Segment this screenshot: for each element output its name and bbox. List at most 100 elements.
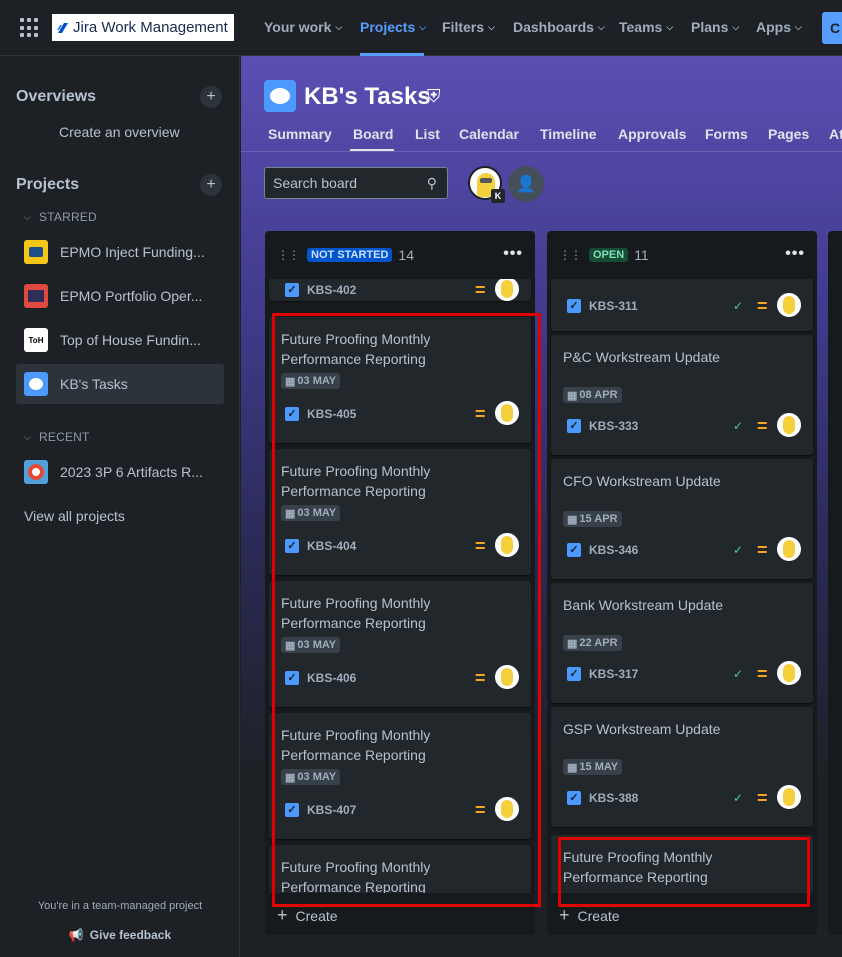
nav-filters[interactable]: Filters ⌵ (442, 19, 495, 35)
due-date: 22 APR (579, 637, 618, 649)
card-title: P&C Workstream Update (563, 349, 720, 365)
avatar-badge: K (491, 189, 505, 203)
nav-your-work[interactable]: Your work ⌵ (264, 19, 342, 35)
sidebar-item-label: Top of House Fundin... (60, 332, 201, 348)
tab-approvals[interactable]: Approvals (618, 126, 686, 142)
calendar-icon: ▦ (567, 513, 578, 526)
status-badge: NOT STARTED (307, 248, 393, 262)
nav-label: Dashboards (513, 19, 594, 35)
chevron-down-icon: ⌵ (795, 21, 802, 32)
nav-projects[interactable]: Projects ⌵ (360, 19, 426, 35)
chevron-down-icon: ⌵ (335, 21, 343, 32)
create-overview-link[interactable]: Create an overview (59, 124, 180, 140)
add-overview-button[interactable]: + (200, 86, 222, 108)
card[interactable]: P&C Workstream Update ▦ 08 APR ✓ KBS-333 … (551, 335, 813, 455)
done-check-icon: ✓ (733, 667, 744, 681)
product-logo[interactable]: Jira Work Management (52, 14, 234, 41)
due-date-badge: ▦ 08 APR (563, 387, 622, 403)
sidebar-item-epmo-portfolio[interactable]: EPMO Portfolio Oper... (16, 276, 224, 316)
nav-dashboards[interactable]: Dashboards ⌵ (513, 19, 605, 35)
product-name: Jira Work Management (73, 19, 228, 36)
page-title: KB's Tasks (304, 83, 431, 110)
card[interactable]: ✓ KBS-402 = (269, 279, 531, 301)
recent-section-toggle[interactable]: ⌵ RECENT (24, 430, 90, 444)
card-title: CFO Workstream Update (563, 473, 721, 489)
card[interactable]: GSP Workstream Update ▦ 15 MAY ✓ KBS-388 … (551, 707, 813, 827)
card-list: ✓ KBS-311 ✓ = P&C Workstream Update ▦ 08 … (547, 279, 817, 893)
done-check-icon: ✓ (733, 543, 744, 557)
avatar[interactable] (495, 279, 519, 301)
issue-key[interactable]: KBS-402 (307, 283, 356, 297)
app-switcher-icon[interactable] (20, 18, 40, 38)
issue-key[interactable]: KBS-333 (589, 419, 638, 433)
dashboard-icon (24, 284, 48, 308)
issue-key[interactable]: KBS-388 (589, 791, 638, 805)
search-icon: ⚲ (426, 175, 437, 191)
create-issue-button[interactable]: + Create (277, 905, 338, 926)
issue-key[interactable]: KBS-317 (589, 667, 638, 681)
sidebar-item-2023-3p[interactable]: 2023 3P 6 Artifacts R... (16, 452, 224, 492)
plus-icon: + (559, 905, 570, 925)
due-date: 15 MAY (579, 761, 619, 773)
issue-count: 14 (398, 247, 414, 263)
card[interactable]: ✓ KBS-311 ✓ = (551, 279, 813, 331)
more-icon[interactable]: ••• (785, 245, 805, 263)
team-managed-note: You're in a team-managed project (37, 900, 203, 912)
calendar-icon: ▦ (567, 761, 578, 774)
house-icon: ToH (24, 328, 48, 352)
issue-count: 11 (634, 247, 649, 263)
card[interactable]: Bank Workstream Update ▦ 22 APR ✓ KBS-317… (551, 583, 813, 703)
create-label: Create (577, 907, 620, 924)
avatar[interactable] (777, 413, 801, 437)
task-checkbox-icon: ✓ (567, 299, 581, 313)
add-people-button[interactable]: 👤 (508, 166, 544, 202)
due-date: 08 APR (579, 389, 618, 401)
column-open: ⋮⋮ OPEN 11 ••• ✓ KBS-311 ✓ = P&C Workstr… (547, 231, 817, 935)
tab-list[interactable]: List (415, 126, 440, 142)
issue-key[interactable]: KBS-346 (589, 543, 638, 557)
wallet-icon (24, 240, 48, 264)
create-button[interactable]: C (822, 12, 842, 44)
nav-apps[interactable]: Apps ⌵ (756, 19, 802, 35)
sidebar-item-label: EPMO Inject Funding... (60, 244, 205, 260)
nav-label: Apps (756, 19, 791, 35)
create-label: Create (295, 907, 338, 924)
chevron-down-icon: ⌵ (24, 211, 32, 222)
nav-teams[interactable]: Teams ⌵ (619, 19, 673, 35)
tab-calendar[interactable]: Calendar (459, 126, 519, 142)
column-header: ⋮⋮ NOT STARTED 14 ••• (265, 231, 535, 279)
drag-handle-icon[interactable]: ⋮⋮ (559, 248, 582, 262)
tab-forms[interactable]: Forms (705, 126, 748, 142)
tab-more[interactable]: At (829, 126, 842, 142)
recent-label: RECENT (39, 430, 90, 444)
add-project-button[interactable]: + (200, 174, 222, 196)
sidebar-item-kbs-tasks[interactable]: KB's Tasks (16, 364, 224, 404)
give-feedback-button[interactable]: 📢 Give feedback (0, 928, 240, 942)
starred-section-toggle[interactable]: ⌵ STARRED (24, 210, 97, 224)
calendar-icon: ▦ (567, 389, 578, 402)
sidebar-item-top-of-house[interactable]: ToH Top of House Fundin... (16, 320, 224, 360)
create-issue-button[interactable]: + Create (559, 905, 620, 926)
paint-bucket-icon[interactable]: ⛨ (427, 86, 441, 107)
issue-key[interactable]: KBS-311 (589, 299, 638, 313)
tab-timeline[interactable]: Timeline (540, 126, 597, 142)
sidebar-item-epmo-inject[interactable]: EPMO Inject Funding... (16, 232, 224, 272)
tab-board[interactable]: Board (353, 126, 393, 142)
view-all-projects-link[interactable]: View all projects (24, 508, 125, 524)
more-icon[interactable]: ••• (503, 245, 523, 263)
sidebar-item-label: EPMO Portfolio Oper... (60, 288, 203, 304)
tab-summary[interactable]: Summary (268, 126, 332, 142)
search-input[interactable]: Search board ⚲ (264, 167, 448, 199)
avatar[interactable] (777, 785, 801, 809)
drag-handle-icon[interactable]: ⋮⋮ (277, 248, 300, 262)
nav-label: Projects (360, 19, 416, 35)
done-check-icon: ✓ (733, 791, 744, 805)
nav-plans[interactable]: Plans ⌵ (691, 19, 739, 35)
nav-label: Plans (691, 19, 729, 35)
tab-pages[interactable]: Pages (768, 126, 809, 142)
avatar[interactable] (777, 537, 801, 561)
avatar[interactable] (777, 661, 801, 685)
avatar[interactable] (777, 293, 801, 317)
card[interactable]: CFO Workstream Update ▦ 15 APR ✓ KBS-346 … (551, 459, 813, 579)
done-check-icon: ✓ (733, 299, 744, 313)
